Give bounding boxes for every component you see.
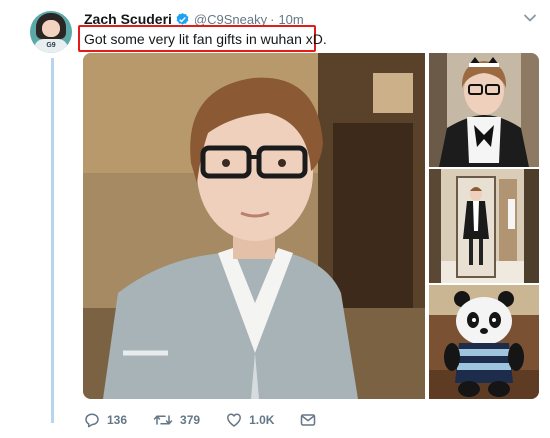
photo-maid-outfit[interactable]	[429, 53, 539, 167]
like-button[interactable]: 1.0K	[226, 412, 274, 428]
thread-connector-line	[51, 58, 54, 423]
media-grid	[83, 53, 539, 399]
caret-down-icon[interactable]	[523, 12, 537, 24]
photo-mirror-full-body[interactable]	[429, 169, 539, 283]
retweet-count: 379	[180, 413, 201, 427]
photo-panda-plush[interactable]	[429, 285, 539, 399]
reply-button[interactable]: 136	[84, 412, 127, 428]
like-count: 1.0K	[249, 413, 275, 427]
tweet-text: Got some very lit fan gifts in wuhan xD.	[84, 31, 327, 47]
avatar[interactable]: G9	[30, 11, 72, 53]
reply-icon	[85, 413, 99, 428]
tweet-actions: 136 379 1.0K	[84, 410, 342, 430]
retweet-icon	[153, 415, 173, 425]
avatar-jersey-text: G9	[46, 42, 56, 49]
direct-message-icon	[301, 414, 316, 426]
reply-count: 136	[107, 413, 128, 427]
direct-message-button[interactable]	[300, 413, 316, 427]
like-icon	[227, 413, 242, 427]
retweet-button[interactable]: 379	[153, 412, 200, 428]
main-photo[interactable]	[83, 53, 425, 399]
